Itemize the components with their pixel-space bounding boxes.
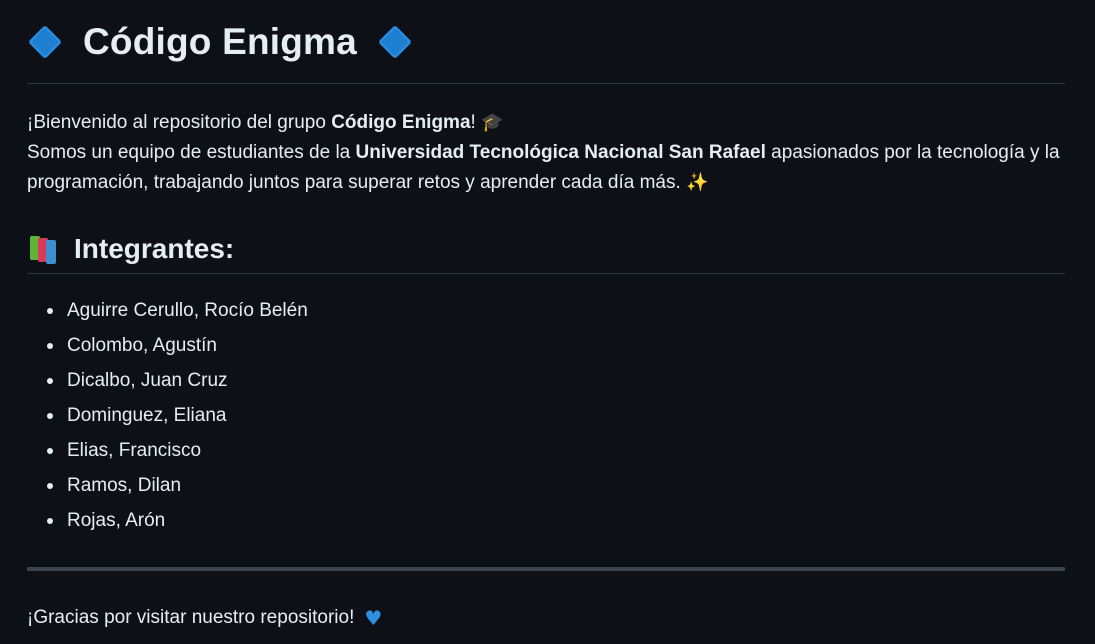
intro-line1-end: ! <box>470 112 476 133</box>
horizontal-rule <box>27 567 1065 571</box>
list-item: Dominguez, Eliana <box>27 398 1065 433</box>
sparkles-icon: ✨ <box>686 172 709 193</box>
page-title-text: Código Enigma <box>83 20 357 62</box>
members-heading: Integrantes: <box>27 228 1065 274</box>
bullet-icon <box>47 378 53 384</box>
bullet-icon <box>47 518 53 524</box>
bullet-icon <box>47 308 53 314</box>
intro-paragraph: ¡Bienvenido al repositorio del grupo Cód… <box>27 108 1065 198</box>
books-icon <box>30 234 62 264</box>
member-name: Colombo, Agustín <box>67 335 217 356</box>
members-heading-text: Integrantes: <box>74 232 235 264</box>
bullet-icon <box>47 448 53 454</box>
bullet-icon <box>47 483 53 489</box>
member-name: Rojas, Arón <box>67 510 166 531</box>
list-item: Ramos, Dilan <box>27 468 1065 503</box>
university-name: Universidad Tecnológica Nacional San Raf… <box>355 142 766 163</box>
thanks-message: ¡Gracias por visitar nuestro repositorio… <box>27 606 1065 630</box>
thanks-text: ¡Gracias por visitar nuestro repositorio… <box>27 607 355 628</box>
members-list: Aguirre Cerullo, Rocío Belén Colombo, Ag… <box>27 293 1065 538</box>
graduation-cap-icon: 🎓 <box>481 112 504 133</box>
member-name: Ramos, Dilan <box>67 475 182 496</box>
member-name: Aguirre Cerullo, Rocío Belén <box>67 300 308 321</box>
list-item: Dicalbo, Juan Cruz <box>27 363 1065 398</box>
list-item: Rojas, Arón <box>27 503 1065 538</box>
bullet-icon <box>47 343 53 349</box>
member-name: Dominguez, Eliana <box>67 405 227 426</box>
bullet-icon <box>47 413 53 419</box>
list-item: Elias, Francisco <box>27 433 1065 468</box>
page-title: Código Enigma <box>27 0 1065 84</box>
list-item: Colombo, Agustín <box>27 328 1065 363</box>
blue-diamond-icon <box>27 24 63 60</box>
blue-diamond-icon <box>377 24 413 60</box>
member-name: Dicalbo, Juan Cruz <box>67 370 228 391</box>
intro-line1-text: ¡Bienvenido al repositorio del grupo <box>27 112 332 133</box>
list-item: Aguirre Cerullo, Rocío Belén <box>27 293 1065 328</box>
readme-content: Código Enigma ¡Bienvenido al repositorio… <box>0 0 1095 644</box>
member-name: Elias, Francisco <box>67 440 202 461</box>
group-name: Código Enigma <box>331 112 471 133</box>
blue-heart-icon: ♥ <box>364 606 383 630</box>
intro-line2-text: Somos un equipo de estudiantes de la <box>27 142 356 163</box>
